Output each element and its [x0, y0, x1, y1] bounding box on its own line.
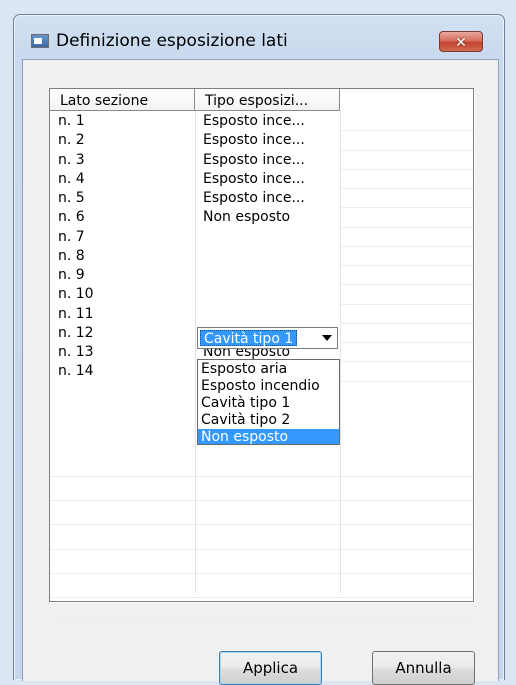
dialog-client-area: Lato sezione Tipo esposizi... n. 1 Espost… — [22, 59, 499, 685]
column-header-lato[interactable]: Lato sezione — [50, 89, 195, 111]
title-bar[interactable]: Definizione esposizione lati ✕ — [14, 15, 504, 52]
column-header-tipo[interactable]: Tipo esposizi... — [195, 89, 340, 111]
cell-tipo: Esposto ince... — [203, 190, 305, 206]
grid-row-line — [340, 322, 473, 324]
close-button[interactable]: ✕ — [439, 31, 483, 52]
grid-row-line — [50, 597, 473, 598]
grid-row-line — [50, 621, 473, 623]
cell-tipo: Esposto ince... — [203, 151, 305, 168]
grid-row-line — [340, 303, 473, 305]
grid-row-line — [50, 572, 473, 574]
grid-row-line — [340, 188, 473, 189]
cell-lato: n. 8 — [58, 247, 85, 264]
cell-lato: n. 5 — [58, 190, 85, 206]
grid-row-line — [340, 130, 473, 132]
grid-row-line — [340, 245, 473, 247]
dialog-window: Definizione esposizione lati ✕ Lato sezi… — [13, 14, 505, 685]
table-row[interactable]: n. 7 — [50, 228, 473, 247]
grid-row-line — [50, 476, 473, 477]
cell-lato: n. 1 — [58, 113, 85, 129]
dropdown-option[interactable]: Esposto incendio — [198, 378, 339, 395]
table-row[interactable]: n. 2 Esposto ince... — [50, 131, 473, 150]
cell-lato: n. 7 — [58, 228, 85, 245]
dropdown-option[interactable]: Esposto aria — [198, 361, 339, 378]
cell-lato: n. 14 — [58, 363, 94, 380]
dropdown-option[interactable]: Cavità tipo 2 — [198, 412, 339, 429]
grid-row-line — [340, 207, 473, 209]
dropdown-option[interactable]: Non esposto — [198, 429, 339, 444]
cell-lato: n. 12 — [58, 324, 94, 341]
table-row[interactable]: n. 1 Esposto ince... — [50, 112, 473, 131]
exposure-type-dropdown-list[interactable]: Esposto aria Esposto incendio Cavità tipo … — [197, 359, 340, 445]
close-icon: ✕ — [455, 33, 467, 50]
grid-row-line — [340, 168, 473, 170]
grid-row-line — [50, 500, 473, 502]
table-row[interactable]: n. 5 Esposto ince... — [50, 189, 473, 208]
table-row[interactable]: n. 9 — [50, 266, 473, 285]
chevron-down-icon[interactable] — [318, 330, 335, 346]
cell-lato: n. 3 — [58, 151, 85, 168]
table-row[interactable]: n. 3 Esposto ince... — [50, 151, 473, 170]
grid-row-line — [340, 265, 473, 266]
cell-lato: n. 2 — [58, 132, 85, 149]
grid-row-line — [340, 380, 473, 382]
window-app-icon — [31, 34, 49, 48]
grid-row-line — [340, 342, 473, 343]
window-title: Definizione esposizione lati — [56, 31, 288, 51]
cancel-button[interactable]: Annulla — [372, 651, 475, 685]
dropdown-option[interactable]: Cavità tipo 1 — [198, 395, 339, 412]
cell-lato: n. 4 — [58, 170, 85, 187]
table-row[interactable]: n. 11 — [50, 305, 473, 324]
cell-lato: n. 6 — [58, 209, 85, 226]
table-row[interactable]: n. 10 — [50, 285, 473, 304]
table-row[interactable]: n. 4 Esposto ince... — [50, 170, 473, 189]
cell-lato: n. 11 — [58, 305, 94, 322]
apply-button[interactable]: Applica — [219, 651, 322, 685]
exposure-grid[interactable]: Lato sezione Tipo esposizi... n. 1 Espost… — [49, 88, 474, 623]
combobox-selected-value: Cavità tipo 1 — [200, 330, 298, 347]
grid-row-line — [340, 149, 473, 151]
grid-row-line — [50, 524, 473, 526]
cell-lato: n. 10 — [58, 286, 94, 303]
table-row[interactable]: n. 8 — [50, 247, 473, 266]
cell-tipo: Esposto ince... — [203, 113, 305, 129]
cell-lato: n. 13 — [58, 344, 94, 360]
cell-tipo: Esposto ince... — [203, 132, 305, 149]
cell-tipo: Esposto ince... — [203, 170, 305, 187]
grid-row-line — [340, 226, 473, 228]
table-row[interactable]: n. 6 Non esposto — [50, 208, 473, 227]
cell-tipo: Non esposto — [203, 209, 291, 226]
cell-lato: n. 9 — [58, 267, 85, 283]
exposure-type-combobox[interactable]: Cavità tipo 1 — [197, 327, 338, 349]
grid-row-line — [340, 361, 473, 363]
grid-row-line — [340, 284, 473, 286]
grid-row-line — [50, 548, 473, 550]
